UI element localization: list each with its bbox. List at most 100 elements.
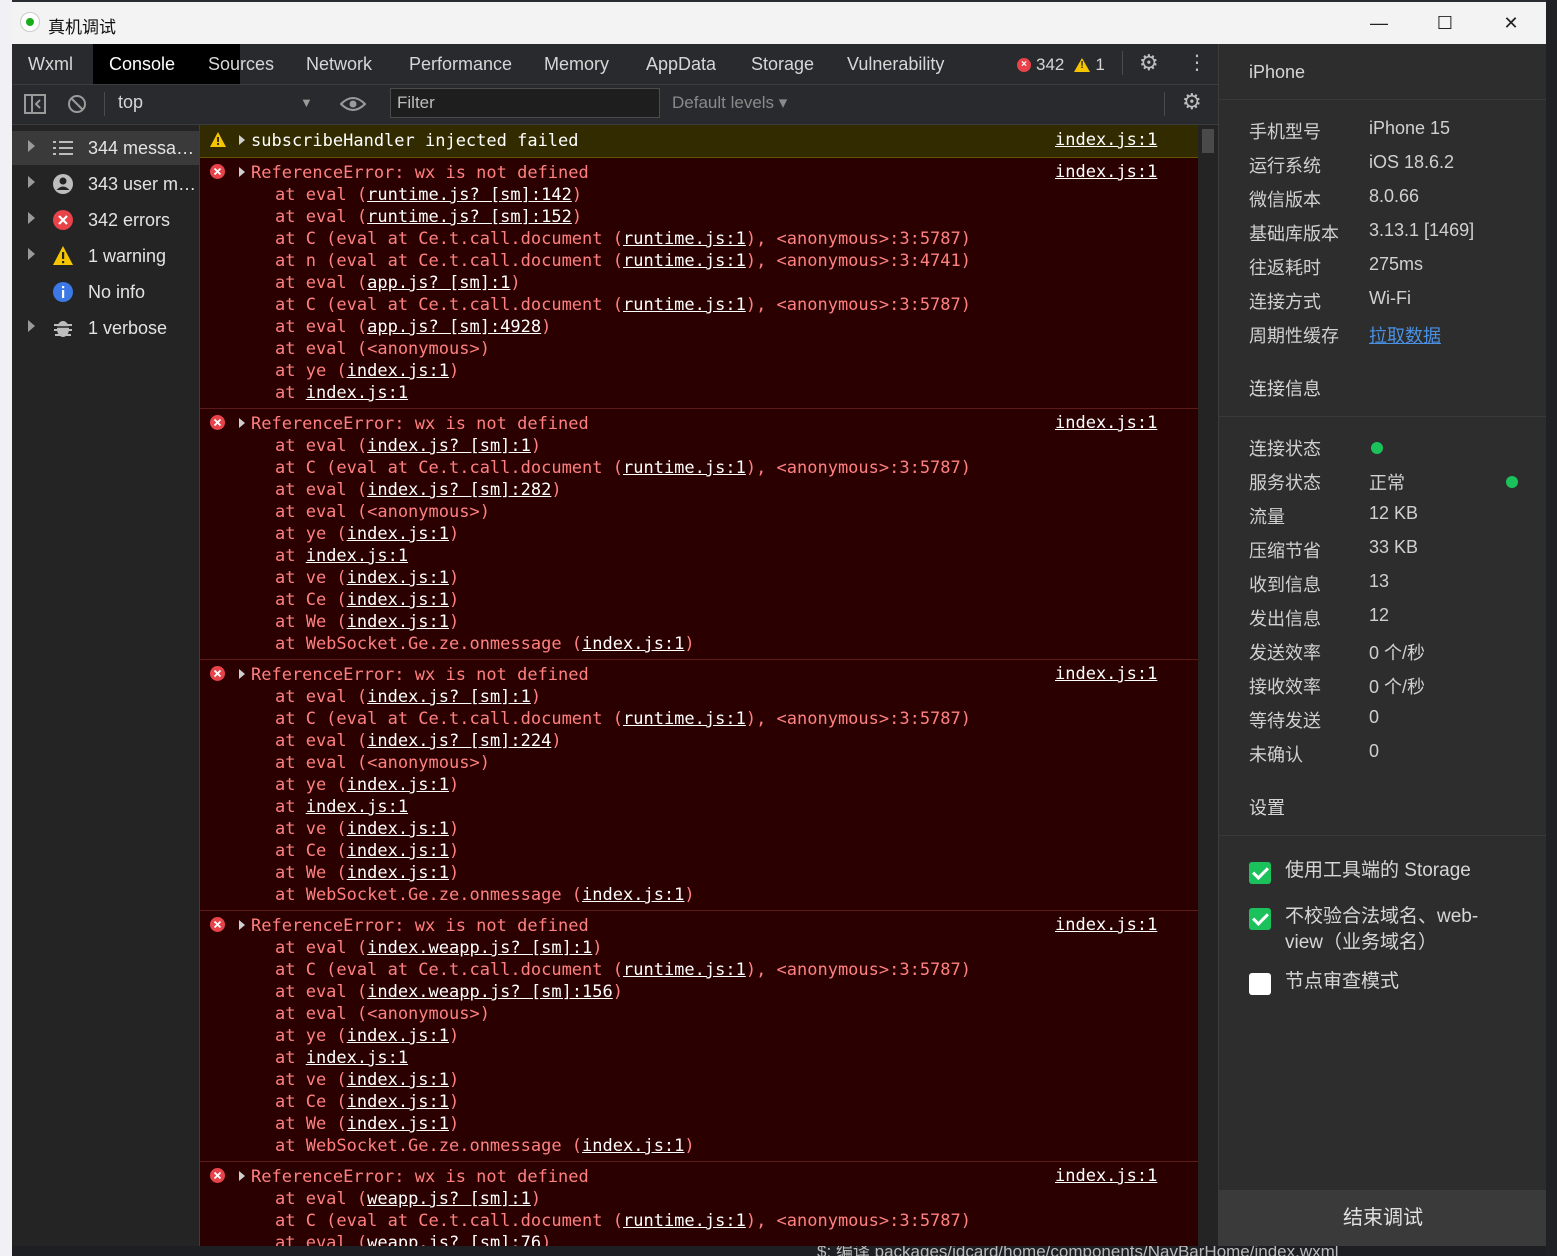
console-scrollbar[interactable] <box>1198 125 1218 1246</box>
message-source-link[interactable]: index.js:1 <box>1055 413 1157 433</box>
tab-storage[interactable]: Storage <box>735 44 830 84</box>
stack-frame-link[interactable]: runtime.js? [sm]:152 <box>367 207 572 227</box>
console-error-row[interactable]: ReferenceError: wx is not defined index.j… <box>200 910 1198 1162</box>
stack-frame-link[interactable]: index.js:1 <box>347 568 449 588</box>
stack-frame-link[interactable]: index.js:1 <box>582 885 684 905</box>
console-error-row[interactable]: ReferenceError: wx is not defined index.j… <box>200 408 1198 660</box>
stack-frame-link[interactable]: index.js? [sm]:282 <box>367 480 551 500</box>
settings-gear-icon[interactable]: ⚙ <box>1139 50 1159 76</box>
sidebar-item-user-messages[interactable]: 343 user messages <box>12 167 199 201</box>
expand-arrow-icon[interactable] <box>239 1171 245 1181</box>
message-source-link[interactable]: index.js:1 <box>1055 130 1157 150</box>
stack-frame-link[interactable]: runtime.js:1 <box>623 251 746 271</box>
stack-frame-link[interactable]: runtime.js:1 <box>623 458 746 478</box>
stack-frame-link[interactable]: index.js:1 <box>347 841 449 861</box>
sidebar-item-verbose[interactable]: 1 verbose <box>12 311 199 345</box>
setting-label[interactable]: 不校验合法域名、web-view（业务域名） <box>1285 904 1515 956</box>
console-error-row[interactable]: ReferenceError: wx is not defined index.j… <box>200 157 1198 409</box>
issue-counts[interactable]: × 342 1 <box>1017 54 1105 76</box>
tab-sources[interactable]: Sources <box>192 44 290 84</box>
stack-frame-link[interactable]: index.js:1 <box>347 612 449 632</box>
tab-appdata[interactable]: AppData <box>630 44 732 84</box>
message-source-link[interactable]: index.js:1 <box>1055 664 1157 684</box>
stack-frame-link[interactable]: runtime.js:1 <box>623 1211 746 1231</box>
expand-arrow-icon[interactable] <box>28 212 35 224</box>
stack-frame-link[interactable]: index.js:1 <box>347 1092 449 1112</box>
console-error-row[interactable]: ReferenceError: wx is not defined index.j… <box>200 1161 1198 1246</box>
stack-frame-link[interactable]: runtime.js:1 <box>623 709 746 729</box>
more-menu-icon[interactable]: ⋮ <box>1187 50 1207 75</box>
stack-frame-link[interactable]: index.js? [sm]:224 <box>367 731 551 751</box>
expand-arrow-icon[interactable] <box>28 140 35 152</box>
context-select[interactable]: top <box>118 92 143 113</box>
expand-arrow-icon[interactable] <box>28 248 35 260</box>
stack-frame-link[interactable]: runtime.js:1 <box>623 229 746 249</box>
title-bar[interactable]: 真机调试 — ☐ ✕ <box>12 2 1546 44</box>
expand-arrow-icon[interactable] <box>239 669 245 679</box>
stack-frame-link[interactable]: index.js:1 <box>347 863 449 883</box>
stack-frame-link[interactable]: weapp.js? [sm]:76 <box>367 1233 541 1246</box>
expand-arrow-icon[interactable] <box>28 176 35 188</box>
clear-console-icon[interactable] <box>67 94 87 114</box>
console-settings-gear-icon[interactable]: ⚙ <box>1182 89 1202 115</box>
stack-frame-link[interactable]: index.js? [sm]:1 <box>367 436 531 456</box>
stack-frame-link[interactable]: index.js:1 <box>347 819 449 839</box>
stack-frame-link[interactable]: weapp.js? [sm]:1 <box>367 1189 531 1209</box>
stack-frame-link[interactable]: runtime.js:1 <box>623 295 746 315</box>
tab-memory[interactable]: Memory <box>528 44 625 84</box>
stack-frame-link[interactable]: index.js:1 <box>347 775 449 795</box>
tab-network[interactable]: Network <box>290 44 388 84</box>
sidebar-item-messages[interactable]: 344 messages <box>12 131 199 165</box>
close-button[interactable]: ✕ <box>1478 2 1544 44</box>
sidebar-item-errors[interactable]: 342 errors <box>12 203 199 237</box>
expand-arrow-icon[interactable] <box>28 320 35 332</box>
stack-frame-link[interactable]: index.js:1 <box>347 1070 449 1090</box>
stack-frame-link[interactable]: app.js? [sm]:1 <box>367 273 510 293</box>
stack-frame-link[interactable]: index.js? [sm]:1 <box>367 687 531 707</box>
console-output[interactable]: subscribeHandler injected failed index.js… <box>200 125 1198 1246</box>
tab-vulnerability[interactable]: Vulnerability <box>831 44 960 84</box>
expand-arrow-icon[interactable] <box>239 167 245 177</box>
setting-checkbox[interactable] <box>1249 908 1271 930</box>
expand-arrow-icon[interactable] <box>239 135 245 145</box>
setting-checkbox[interactable] <box>1249 973 1271 995</box>
message-source-link[interactable]: index.js:1 <box>1055 1166 1157 1186</box>
sidebar-toggle-icon[interactable] <box>24 94 46 114</box>
sidebar-item-info[interactable]: No info <box>12 275 199 309</box>
setting-checkbox[interactable] <box>1249 862 1271 884</box>
stack-frame-link[interactable]: app.js? [sm]:4928 <box>367 317 541 337</box>
sidebar-item-warnings[interactable]: 1 warning <box>12 239 199 273</box>
stack-frame-link[interactable]: index.js:1 <box>347 1026 449 1046</box>
stack-frame-link[interactable]: index.js:1 <box>306 546 408 566</box>
stack-frame-link[interactable]: index.weapp.js? [sm]:156 <box>367 982 613 1002</box>
stack-frame-link[interactable]: runtime.js? [sm]:142 <box>367 185 572 205</box>
console-warning-row[interactable]: subscribeHandler injected failed index.js… <box>200 125 1198 158</box>
stack-frame-link[interactable]: index.js:1 <box>582 634 684 654</box>
filter-input[interactable] <box>390 88 660 118</box>
end-debug-button[interactable]: 结束调试 <box>1219 1190 1546 1246</box>
stack-frame-link[interactable]: index.js:1 <box>347 524 449 544</box>
stack-frame-link[interactable]: index.js:1 <box>347 1114 449 1134</box>
message-source-link[interactable]: index.js:1 <box>1055 915 1157 935</box>
log-levels-dropdown[interactable]: Default levels ▾ <box>672 93 787 113</box>
maximize-button[interactable]: ☐ <box>1412 2 1478 44</box>
setting-label[interactable]: 节点审查模式 <box>1285 969 1515 995</box>
tab-wxml[interactable]: Wxml <box>12 44 89 84</box>
minimize-button[interactable]: — <box>1346 2 1412 44</box>
console-error-row[interactable]: ReferenceError: wx is not defined index.j… <box>200 659 1198 911</box>
message-source-link[interactable]: index.js:1 <box>1055 162 1157 182</box>
device-info-row[interactable]: 周期性缓存 拉取数据 <box>1249 322 1539 350</box>
stack-frame-link[interactable]: index.weapp.js? [sm]:1 <box>367 938 592 958</box>
expand-arrow-icon[interactable] <box>239 418 245 428</box>
chevron-down-icon[interactable]: ▼ <box>300 95 313 110</box>
setting-label[interactable]: 使用工具端的 Storage <box>1285 858 1515 884</box>
stack-frame-link[interactable]: index.js:1 <box>306 383 408 403</box>
stack-frame-link[interactable]: index.js:1 <box>347 590 449 610</box>
stack-frame-link[interactable]: index.js:1 <box>306 1048 408 1068</box>
stack-frame-link[interactable]: index.js:1 <box>582 1136 684 1156</box>
eye-icon[interactable] <box>340 96 366 112</box>
tab-performance[interactable]: Performance <box>393 44 528 84</box>
expand-arrow-icon[interactable] <box>239 920 245 930</box>
stack-frame-link[interactable]: index.js:1 <box>306 797 408 817</box>
stack-frame-link[interactable]: runtime.js:1 <box>623 960 746 980</box>
